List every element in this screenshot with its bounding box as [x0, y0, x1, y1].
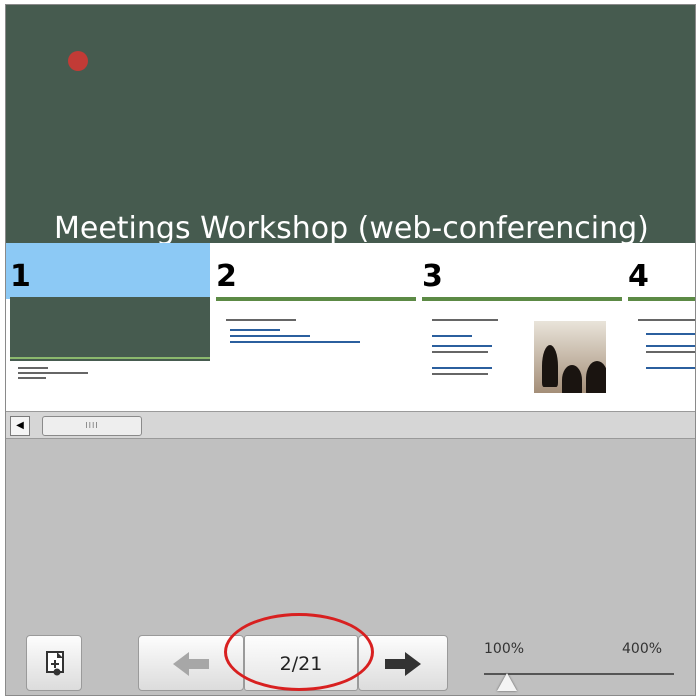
arrow-right-icon	[385, 652, 421, 676]
scroll-thumb[interactable]: IIII	[42, 416, 142, 436]
previous-slide-button[interactable]	[138, 635, 244, 691]
arrow-left-icon	[173, 652, 209, 676]
scroll-left-button[interactable]: ◀	[10, 416, 30, 436]
thumbnail-number: 2	[216, 259, 237, 294]
thumbnail-slide-1[interactable]: 1	[6, 243, 210, 411]
thumbnail-preview	[422, 297, 622, 405]
presenter-photo	[534, 321, 606, 393]
add-slide-icon	[46, 651, 64, 676]
thumbnail-slide-2[interactable]: 2	[212, 243, 416, 411]
slide-title: Meetings Workshop (web-conferencing)	[54, 211, 649, 245]
current-slide[interactable]: Meetings Workshop (web-conferencing)	[6, 5, 695, 245]
laser-pointer-dot	[68, 51, 88, 71]
thumbnail-preview	[216, 297, 416, 405]
zoom-slider-handle[interactable]	[496, 673, 517, 691]
thumbnail-number: 4	[628, 259, 649, 294]
zoom-max-label: 400%	[622, 641, 663, 657]
thumbnail-slide-3[interactable]: 3	[418, 243, 622, 411]
thumbnail-strip: 1 2 3 4	[6, 243, 695, 411]
thumbnail-preview	[10, 297, 210, 405]
thumbnail-slide-4[interactable]: 4	[624, 243, 695, 411]
thumbnail-preview	[628, 297, 695, 405]
thumbnail-number: 3	[422, 259, 443, 294]
thumbnail-number: 1	[10, 259, 31, 294]
selected-highlight	[6, 243, 210, 299]
zoom-min-label: 100%	[484, 641, 525, 657]
presentation-viewer: Meetings Workshop (web-conferencing) 1 2	[5, 4, 696, 696]
page-indicator: 2/21	[244, 635, 358, 691]
add-slide-button[interactable]	[26, 635, 82, 691]
thumbnail-scrollbar[interactable]: ◀ IIII	[6, 411, 695, 439]
next-slide-button[interactable]	[358, 635, 448, 691]
